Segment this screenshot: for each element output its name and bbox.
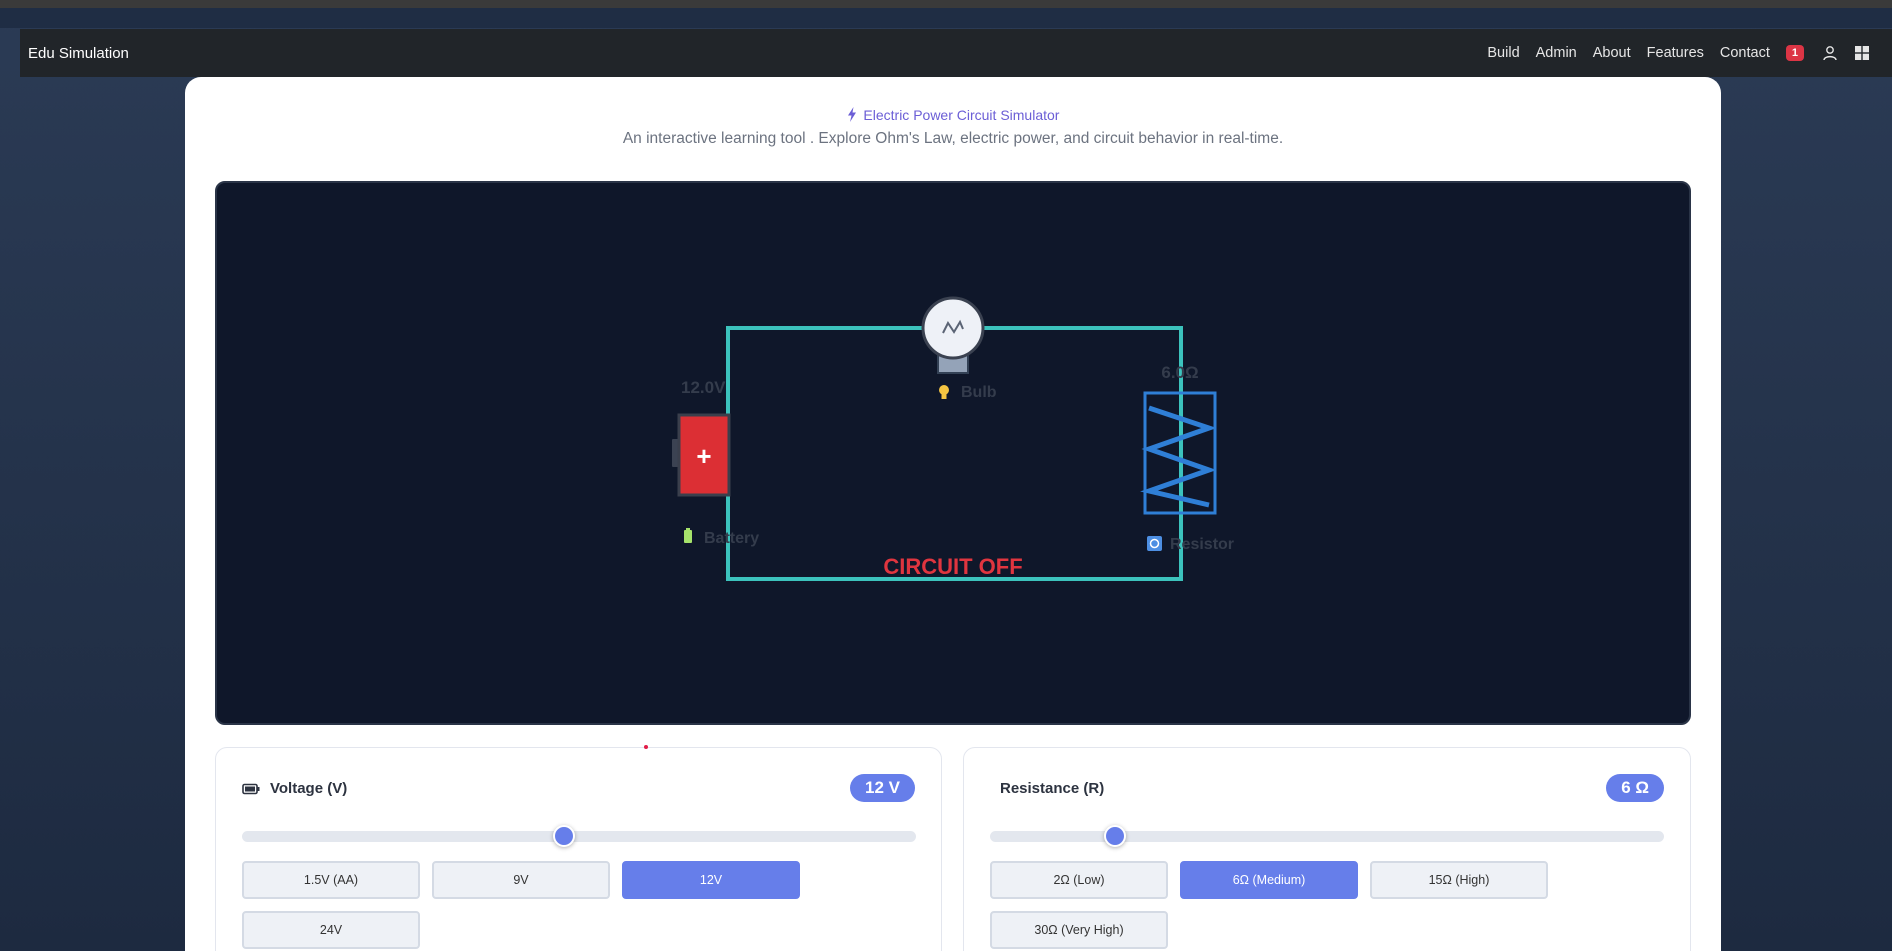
lightning-icon xyxy=(847,107,856,122)
battery-label: Battery xyxy=(704,530,759,547)
voltage-preset-1-5v[interactable]: 1.5V (AA) xyxy=(242,861,420,899)
resistance-title: Resistance (R) xyxy=(1000,780,1105,797)
voltage-title: Voltage (V) xyxy=(270,780,348,797)
user-icon[interactable] xyxy=(1822,45,1838,61)
voltage-preset-24v[interactable]: 24V xyxy=(242,911,420,949)
bulb-label: Bulb xyxy=(961,384,997,401)
voltage-preset-9v[interactable]: 9V xyxy=(432,861,610,899)
resistance-preset-30[interactable]: 30Ω (Very High) xyxy=(990,911,1168,949)
voltage-slider[interactable] xyxy=(242,825,916,847)
battery-plus-symbol: + xyxy=(696,441,711,471)
resistance-preset-2[interactable]: 2Ω (Low) xyxy=(990,861,1168,899)
notification-badge[interactable]: 1 xyxy=(1785,45,1804,61)
nav-about[interactable]: About xyxy=(1585,45,1639,61)
bulb[interactable] xyxy=(921,296,985,360)
voltage-panel-title: Voltage (V) xyxy=(242,780,347,797)
resistance-panel: Resistance (R) 6 Ω 2Ω (Low) 6Ω (Medium) … xyxy=(963,747,1691,951)
nav-admin[interactable]: Admin xyxy=(1528,45,1585,61)
circuit-diagram: + 12.0V Battery Bulb 6.0Ω Resistor CIRCU… xyxy=(672,296,1234,581)
circuit-canvas[interactable]: + 12.0V Battery Bulb 6.0Ω Resistor CIRCU… xyxy=(215,181,1691,725)
main-card: Electric Power Circuit Simulator An inte… xyxy=(185,77,1721,951)
nav-build[interactable]: Build xyxy=(1479,45,1527,61)
resistor-value-label: 6.0Ω xyxy=(1161,363,1198,382)
resistor-icon xyxy=(1147,536,1162,551)
battery-icon xyxy=(684,528,692,543)
brand-link[interactable]: Edu Simulation xyxy=(28,45,129,62)
resistance-panel-title: Resistance (R) xyxy=(1000,780,1104,797)
lightbulb-icon xyxy=(939,385,949,399)
nav-features[interactable]: Features xyxy=(1639,45,1712,61)
voltage-preset-12v[interactable]: 12V xyxy=(622,861,800,899)
windows-icon[interactable] xyxy=(1854,45,1870,61)
nav-links: Build Admin About Features Contact 1 xyxy=(1479,45,1878,61)
resistance-value-badge: 6 Ω xyxy=(1606,774,1664,802)
resistor-label: Resistor xyxy=(1170,536,1234,553)
navbar: Edu Simulation Build Admin About Feature… xyxy=(20,29,1892,77)
circuit-status: CIRCUIT OFF xyxy=(883,554,1022,579)
nav-contact[interactable]: Contact xyxy=(1712,45,1778,61)
voltage-panel: Voltage (V) 12 V 1.5V (AA) 9V 12V 24V xyxy=(215,747,942,951)
cursor-dot xyxy=(644,745,648,749)
resistance-slider[interactable] xyxy=(990,825,1664,847)
voltage-value-badge: 12 V xyxy=(850,774,915,802)
page-top-band xyxy=(0,8,1892,28)
battery-icon xyxy=(242,783,260,794)
battery-voltage-label: 12.0V xyxy=(681,378,726,397)
resistance-preset-6[interactable]: 6Ω (Medium) xyxy=(1180,861,1358,899)
resistance-slider-thumb[interactable] xyxy=(1103,825,1126,847)
page-title-row: Electric Power Circuit Simulator xyxy=(185,107,1721,123)
resistance-preset-15[interactable]: 15Ω (High) xyxy=(1370,861,1548,899)
voltage-slider-thumb[interactable] xyxy=(553,825,576,847)
page-title: Electric Power Circuit Simulator xyxy=(863,107,1060,123)
page-subtitle: An interactive learning tool . Explore O… xyxy=(622,130,1284,147)
browser-top-strip xyxy=(0,0,1892,8)
